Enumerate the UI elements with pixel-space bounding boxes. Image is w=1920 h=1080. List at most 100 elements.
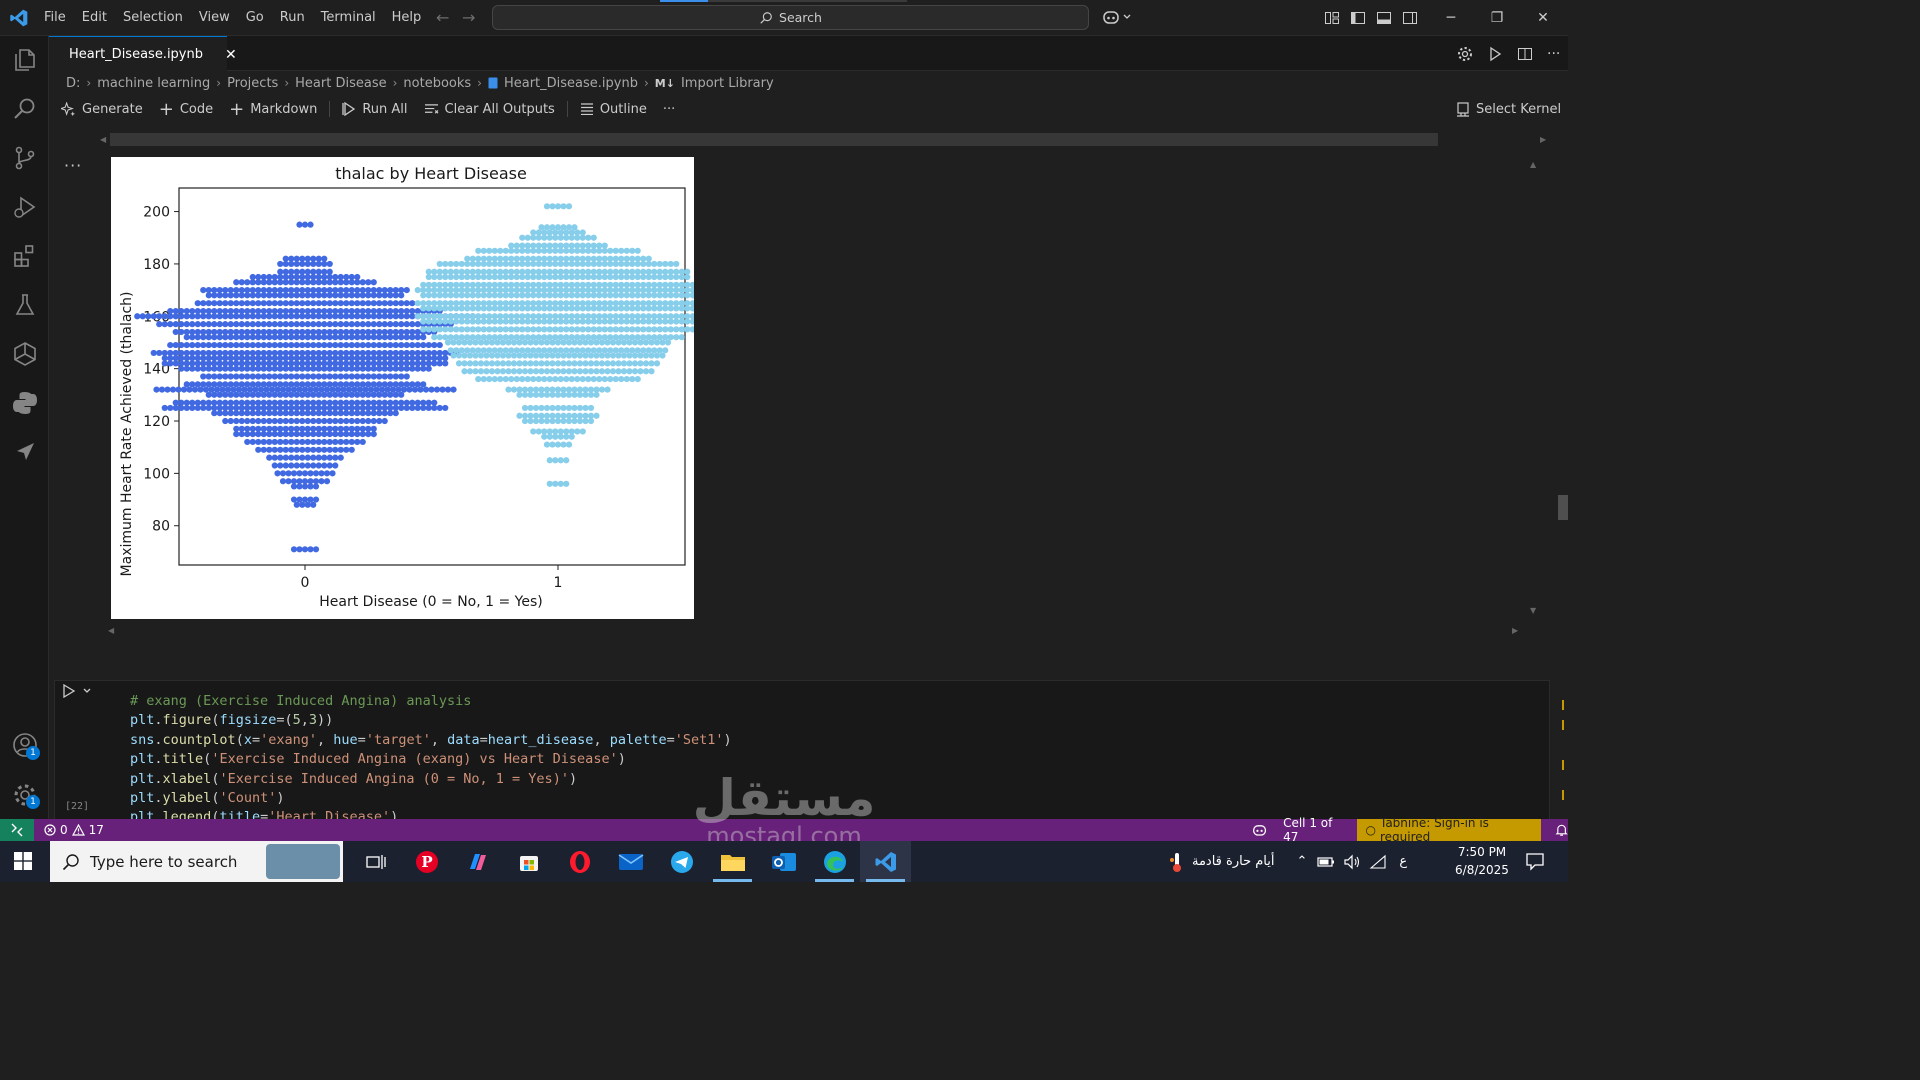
minimize-icon[interactable]: ─ — [1428, 10, 1474, 26]
swarm-point-0 — [387, 341, 394, 349]
extensions-icon[interactable] — [12, 243, 38, 269]
swarm-point-0 — [398, 399, 405, 406]
run-debug-icon[interactable] — [12, 194, 38, 220]
taskbar-search[interactable]: Type here to search — [50, 841, 343, 882]
clear-outputs-button[interactable]: Clear All Outputs — [416, 97, 563, 121]
swarm-point-1 — [502, 347, 509, 354]
close-window-icon[interactable]: ✕ — [1520, 10, 1566, 26]
generate-button[interactable]: Generate — [53, 97, 151, 121]
menu-selection[interactable]: Selection — [115, 6, 191, 30]
taskbar-clock[interactable]: 7:50 PM 6/8/2025 — [1448, 843, 1516, 879]
copilot-button[interactable] — [1102, 9, 1132, 25]
breadcrumb-file[interactable]: Heart_Disease.ipynb — [504, 76, 638, 91]
microsoft-store-icon[interactable] — [503, 841, 554, 882]
tabnine-status[interactable]: ○ Tabnine: Sign-in is required — [1357, 816, 1541, 844]
split-editor-icon[interactable] — [1517, 46, 1533, 62]
copilot-app-icon[interactable] — [452, 841, 503, 882]
speaker-icon[interactable] — [1343, 854, 1361, 870]
swarm-point-0 — [202, 386, 210, 393]
swarm-point-0 — [288, 425, 295, 432]
more-actions-icon[interactable]: ··· — [1547, 46, 1560, 62]
toolbar-more-button[interactable]: ··· — [655, 97, 683, 121]
scroll-right-icon[interactable]: ▶ — [1540, 135, 1546, 144]
vscode-taskbar-icon[interactable] — [860, 841, 911, 882]
menu-view[interactable]: View — [191, 6, 238, 30]
swarm-point-0 — [381, 417, 388, 425]
code-editor[interactable]: # exang (Exercise Induced Angina) analys… — [130, 692, 1130, 819]
outline-button[interactable]: Outline — [572, 97, 655, 121]
vertical-scrollbar-thumb[interactable] — [1558, 495, 1568, 520]
menu-run[interactable]: Run — [272, 6, 313, 30]
telegram-icon[interactable] — [656, 841, 707, 882]
toggle-secondary-sidebar-icon[interactable] — [1402, 10, 1418, 26]
swarm-point-1 — [560, 386, 567, 393]
add-markdown-cell-button[interactable]: + Markdown — [221, 97, 325, 121]
gear-icon[interactable] — [1457, 46, 1473, 62]
copilot-status-icon[interactable] — [1252, 823, 1267, 837]
tray-chevron-up-icon[interactable]: ⌃ — [1297, 854, 1308, 869]
close-tab-icon[interactable]: ✕ — [225, 47, 237, 63]
weather-text[interactable]: أيام حارة قادمة — [1192, 854, 1275, 869]
battery-icon[interactable] — [1317, 856, 1335, 868]
toggle-primary-sidebar-icon[interactable] — [1350, 10, 1366, 26]
horizontal-scrollbar[interactable] — [110, 133, 1438, 146]
windows-start-icon[interactable] — [14, 852, 32, 870]
bell-icon[interactable] — [1555, 823, 1568, 837]
weather-thermometer-icon[interactable] — [1168, 851, 1186, 873]
scroll-left-icon[interactable]: ◀ — [108, 626, 114, 635]
notifications-icon[interactable] — [1525, 851, 1545, 871]
run-icon[interactable] — [1487, 46, 1503, 62]
outlook-icon[interactable] — [758, 841, 809, 882]
task-view-icon[interactable] — [350, 841, 401, 882]
edge-icon[interactable] — [809, 841, 860, 882]
back-arrow-icon[interactable]: ← — [436, 8, 449, 27]
containers-icon[interactable] — [12, 341, 38, 367]
select-kernel-button[interactable]: Select Kernel — [1456, 96, 1561, 122]
scroll-up-icon[interactable]: ▲ — [1530, 160, 1536, 169]
cell-position[interactable]: Cell 1 of 47 — [1283, 816, 1357, 844]
mail-icon[interactable] — [605, 841, 656, 882]
menu-edit[interactable]: Edit — [74, 6, 115, 30]
swarm-point-1 — [612, 268, 619, 275]
breadcrumb-folder[interactable]: machine learning — [97, 76, 210, 91]
customize-layout-icon[interactable] — [1324, 10, 1340, 26]
swarm-point-0 — [150, 349, 157, 357]
wifi-icon[interactable] — [1369, 854, 1387, 870]
cell-output-more[interactable]: ··· — [64, 156, 82, 175]
swarm-point-1 — [486, 313, 493, 320]
swarm-point-1 — [461, 339, 468, 346]
menu-terminal[interactable]: Terminal — [313, 6, 384, 30]
menu-help[interactable]: Help — [384, 6, 430, 30]
scroll-down-icon[interactable]: ▼ — [1530, 606, 1536, 615]
breadcrumb-folder[interactable]: notebooks — [403, 76, 471, 91]
breadcrumb-folder[interactable]: Heart Disease — [295, 76, 386, 91]
scroll-left-icon[interactable]: ◀ — [100, 135, 106, 144]
source-control-icon[interactable] — [12, 145, 38, 171]
problems-indicator[interactable]: 0 17 — [44, 819, 104, 841]
breadcrumb-folder[interactable]: Projects — [227, 76, 278, 91]
swarm-point-1 — [532, 339, 540, 346]
file-explorer-icon[interactable] — [707, 841, 758, 882]
breadcrumb-section[interactable]: Import Library — [681, 76, 774, 91]
run-cell-button[interactable] — [62, 684, 92, 698]
pinterest-icon[interactable]: P — [401, 841, 452, 882]
breadcrumb-drive[interactable]: D: — [66, 76, 80, 91]
add-code-cell-button[interactable]: + Code — [151, 97, 221, 121]
tab-heart-disease-notebook[interactable]: Heart_Disease.ipynb ✕ — [49, 36, 237, 72]
toggle-panel-icon[interactable] — [1376, 10, 1392, 26]
run-all-button[interactable]: Run All — [334, 97, 415, 121]
command-center-search[interactable]: Search — [492, 5, 1089, 30]
remote-indicator[interactable] — [0, 819, 34, 841]
restore-icon[interactable]: ❐ — [1474, 10, 1520, 26]
testing-icon[interactable] — [12, 292, 38, 318]
send-icon[interactable] — [12, 439, 38, 465]
forward-arrow-icon[interactable]: → — [462, 8, 475, 27]
menu-file[interactable]: File — [36, 6, 74, 30]
opera-icon[interactable] — [554, 841, 605, 882]
input-language[interactable]: ع — [1399, 854, 1407, 869]
scroll-right-icon[interactable]: ▶ — [1512, 626, 1518, 635]
explorer-icon[interactable] — [12, 47, 38, 73]
menu-go[interactable]: Go — [238, 6, 272, 30]
python-icon[interactable] — [12, 390, 38, 416]
search-view-icon[interactable] — [12, 96, 38, 122]
